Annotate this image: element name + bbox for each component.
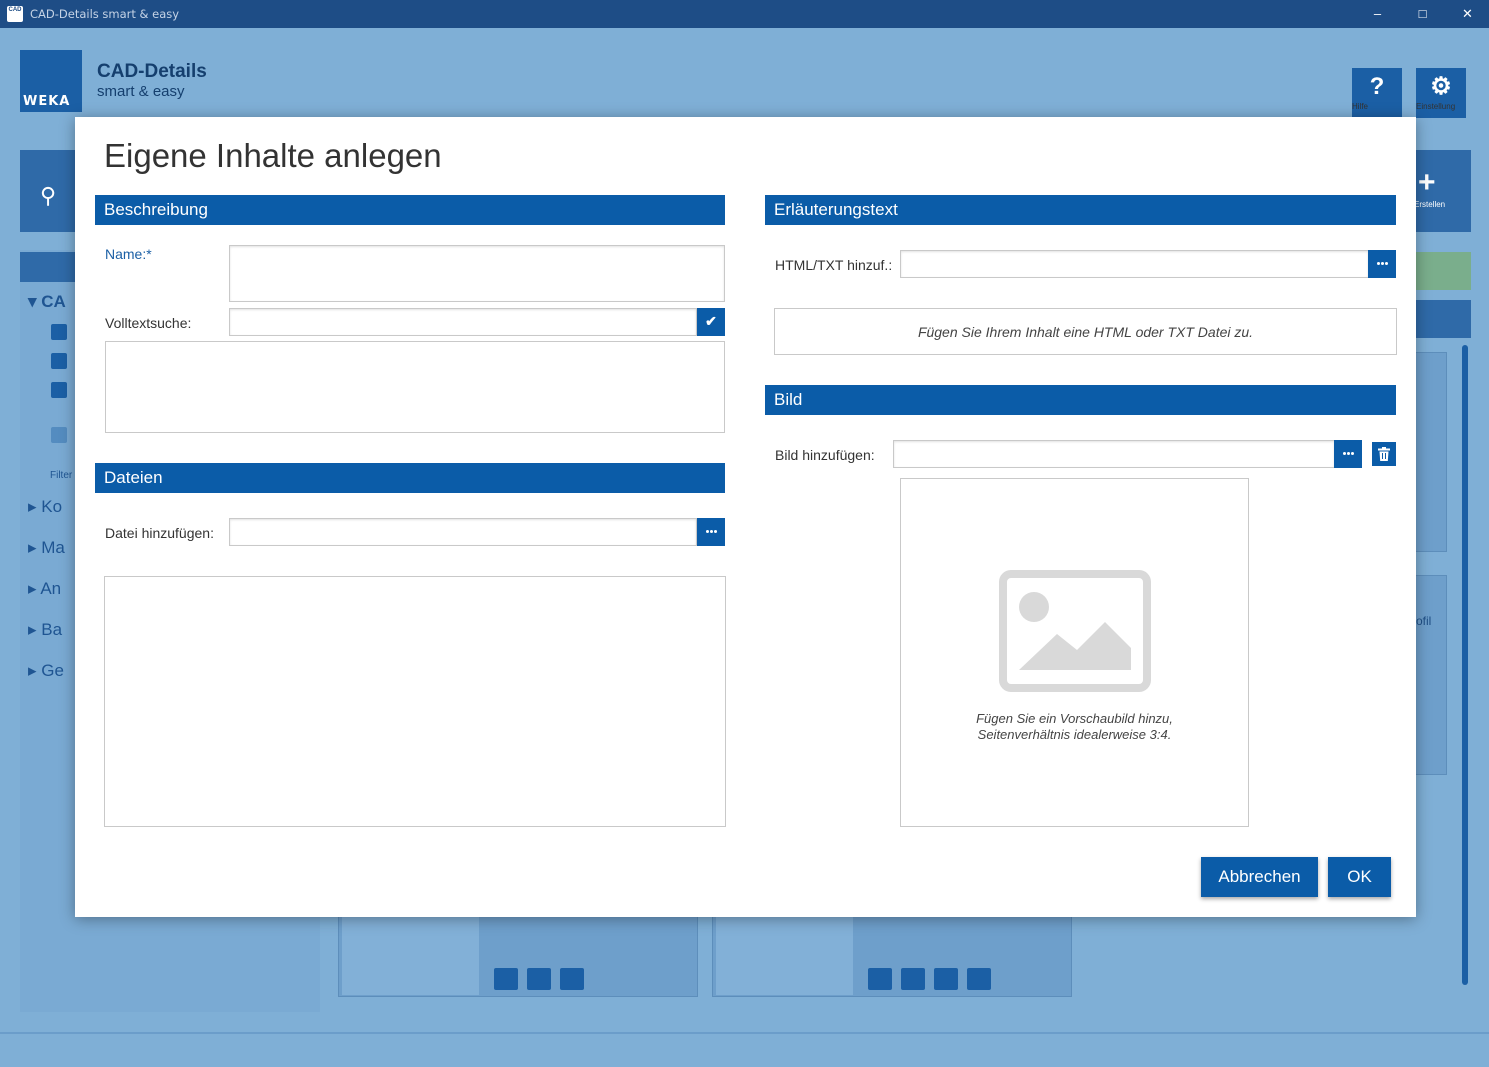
create-button[interactable]: + Erstellen [1410, 150, 1471, 232]
datei-label: Datei hinzufügen: [105, 525, 214, 541]
sidebar-item[interactable]: ▸ An [28, 579, 61, 599]
name-field[interactable] [229, 245, 725, 302]
filter-label: Filter [50, 470, 73, 481]
footer-bar [0, 1032, 1489, 1067]
volltextsuche-label: Volltextsuche: [105, 315, 192, 331]
cancel-button[interactable]: Abbrechen [1201, 857, 1318, 897]
section-header-dateien: Dateien [95, 463, 725, 493]
close-button[interactable]: ✕ [1445, 0, 1489, 28]
help-icon: ? [1369, 73, 1385, 100]
app-header [0, 28, 1489, 130]
delete-image-button[interactable] [1372, 442, 1396, 466]
weka-logo: WEKA [20, 50, 82, 112]
status-strip [1415, 252, 1471, 290]
sidebar-item-cad[interactable]: ▾ CA [28, 292, 66, 312]
sidebar-checkbox[interactable] [51, 427, 67, 443]
gear-icon: ⚙ [1430, 73, 1452, 100]
title-bar: CAD CAD-Details smart & easy – □ ✕ [0, 0, 1489, 28]
help-button[interactable]: ? Hilfe [1352, 68, 1402, 118]
dwg-icon[interactable] [901, 968, 925, 990]
volltextsuche-field[interactable] [229, 308, 697, 336]
scrollbar[interactable] [1462, 345, 1468, 985]
html-hint-text: Fügen Sie Ihrem Inhalt eine HTML oder TX… [917, 324, 1254, 340]
keywords-list[interactable] [105, 341, 725, 433]
name-label: Name:* [105, 246, 152, 262]
globe-icon[interactable] [967, 968, 991, 990]
dialog-title: Eigene Inhalte anlegen [104, 137, 442, 174]
app-icon: CAD [7, 6, 23, 22]
preview-hint-text: Fügen Sie ein Vorschaubild hinzu, Seiten… [976, 711, 1173, 742]
maximize-button[interactable]: □ [1400, 0, 1445, 28]
plus-icon: + [1418, 166, 1436, 199]
browse-file-button[interactable] [697, 518, 725, 546]
confirm-keywords-button[interactable]: ✔ [697, 308, 725, 336]
sidebar-item[interactable]: ▸ Ba [28, 620, 62, 640]
html-txt-field[interactable] [900, 250, 1369, 278]
result-card[interactable] [1415, 352, 1447, 552]
brand-subtitle: smart & easy [97, 83, 185, 100]
html-txt-label: HTML/TXT hinzuf.: [775, 257, 893, 273]
settings-button[interactable]: ⚙ Einstellung [1416, 68, 1466, 118]
pdf-icon[interactable] [868, 968, 892, 990]
result-card[interactable] [338, 905, 698, 997]
brand-title: CAD-Details [97, 61, 207, 82]
sidebar-checkbox[interactable] [51, 382, 67, 398]
dxf-icon[interactable] [934, 968, 958, 990]
results-header [1415, 300, 1471, 338]
window-title: CAD-Details smart & easy [30, 7, 180, 21]
files-list[interactable] [104, 576, 726, 827]
result-thumbnail [716, 909, 853, 995]
create-content-dialog: Eigene Inhalte anlegen Beschreibung Name… [75, 117, 1416, 917]
html-info-box: Fügen Sie Ihrem Inhalt eine HTML oder TX… [774, 308, 1397, 355]
dxf-icon[interactable] [560, 968, 584, 990]
result-card[interactable]: ofil [1415, 575, 1447, 775]
bild-field[interactable] [893, 440, 1335, 468]
sidebar-item[interactable]: ▸ Ko [28, 497, 62, 517]
image-preview-box[interactable]: Fügen Sie ein Vorschaubild hinzu, Seiten… [900, 478, 1249, 827]
sidebar-checkbox[interactable] [51, 353, 67, 369]
sidebar-checkbox[interactable] [51, 324, 67, 340]
search-icon-area: ⚲ [20, 150, 80, 232]
minimize-button[interactable]: – [1355, 0, 1400, 28]
result-card[interactable] [712, 905, 1072, 997]
browse-image-button[interactable] [1334, 440, 1362, 468]
search-icon: ⚲ [40, 183, 57, 208]
image-placeholder-icon [999, 570, 1151, 692]
result-thumbnail [342, 909, 479, 995]
datei-field[interactable] [229, 518, 697, 546]
section-header-bild: Bild [765, 385, 1396, 415]
ok-button[interactable]: OK [1328, 857, 1391, 897]
checkmark-icon: ✔ [705, 313, 717, 329]
sidebar-item[interactable]: ▸ Ma [28, 538, 65, 558]
browse-html-button[interactable] [1368, 250, 1396, 278]
section-header-erlaeuterung: Erläuterungstext [765, 195, 1396, 225]
sidebar-item[interactable]: ▸ Ge [28, 661, 64, 681]
trash-icon [1378, 446, 1390, 461]
dwg-icon[interactable] [527, 968, 551, 990]
bild-label: Bild hinzufügen: [775, 447, 875, 463]
section-header-beschreibung: Beschreibung [95, 195, 725, 225]
pdf-icon[interactable] [494, 968, 518, 990]
